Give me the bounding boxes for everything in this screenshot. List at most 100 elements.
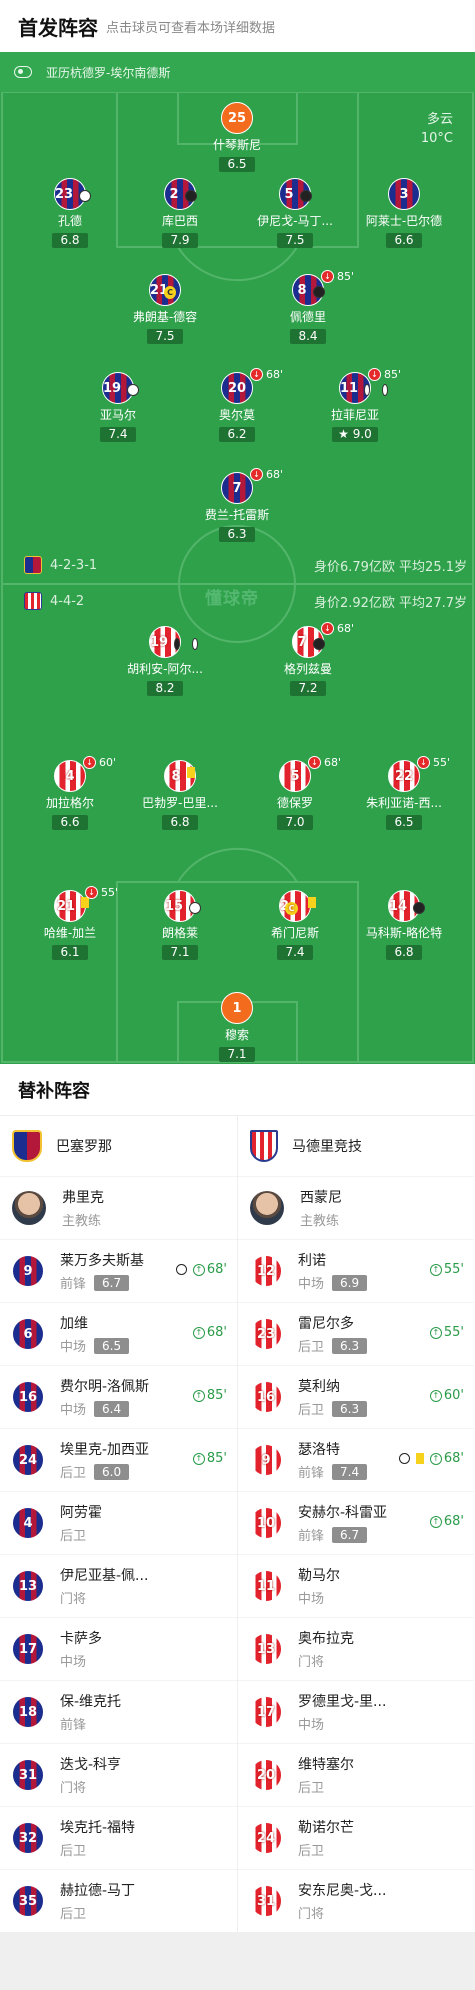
shirt-badge: 21: [54, 890, 90, 922]
barcelona-crest-icon: [24, 556, 42, 574]
player-away-rb[interactable]: 21 ↓ 55' 哈维-加兰 6.1: [15, 886, 125, 960]
sub-player-row[interactable]: 16 费尔明-洛佩斯 中场 6.4 ↑ 85': [0, 1365, 237, 1428]
sub-out-icon: ↓: [368, 368, 381, 381]
sub-player-row[interactable]: 4 阿劳霍 后卫: [0, 1491, 237, 1554]
player-name: 弗朗基-德容: [132, 310, 198, 324]
weather-temp: 10°C: [420, 131, 453, 146]
sub-out-icon: ↓: [308, 756, 321, 769]
sub-player-row[interactable]: 31 安东尼奥-戈... 门将: [238, 1869, 474, 1932]
player-position: 中场 6.5: [60, 1336, 130, 1355]
sub-player-row[interactable]: 20 维特塞尔 后卫: [238, 1743, 474, 1806]
player-name: 奥尔莫: [218, 408, 255, 422]
assist-icon: [382, 384, 388, 396]
sub-in-indicator: ↑ 68': [429, 1514, 464, 1529]
player-rating: 7.5: [277, 233, 313, 248]
home-formation: 4-2-3-1: [24, 556, 97, 574]
player-home-cb2[interactable]: 5 伊尼戈-马丁... 7.5: [240, 178, 350, 248]
player-position: 后卫: [298, 1781, 325, 1796]
sub-out-icon: ↓: [85, 886, 98, 899]
player-home-gk[interactable]: 25 什琴斯尼 6.5: [182, 102, 292, 172]
coach-row[interactable]: 西蒙尼 主教练: [238, 1176, 474, 1239]
player-home-st[interactable]: 7 ↓ 68' 费兰-托雷斯 6.3: [182, 468, 292, 542]
sub-player-row[interactable]: 6 加维 中场 6.5 ↑ 68': [0, 1302, 237, 1365]
player-home-lb[interactable]: 3 阿莱士-巴尔德 6.6: [349, 178, 459, 248]
shirt-badge: 24: [12, 1444, 44, 1476]
weather-condition: 多云: [426, 112, 453, 127]
coach-avatar: [12, 1191, 46, 1225]
sub-out-icon: ↓: [321, 270, 334, 283]
away-sub-list: 12 利诺 中场 6.9 ↑ 55' 23 雷尼尔多 后卫 6.3 ↑ 55' 16 莫利纳 后卫 6.3 ↑ 6…: [238, 1239, 474, 1932]
sub-player-row[interactable]: 24 埃里克-加西亚 后卫 6.0 ↑ 85': [0, 1428, 237, 1491]
home-team-row[interactable]: 巴塞罗那: [0, 1116, 237, 1176]
player-home-cb1[interactable]: 2 库巴西 7.9: [125, 178, 235, 248]
player-name: 卡萨多: [60, 1631, 102, 1647]
sub-player-row[interactable]: 13 奥布拉克 门将: [238, 1617, 474, 1680]
player-home-rw[interactable]: 19 亚马尔 7.4: [63, 372, 173, 442]
player-rating: 6.6: [52, 815, 88, 830]
player-away-cm2[interactable]: 5 ↓ 68' 德保罗 7.0: [240, 756, 350, 830]
subs-title: 替补阵容: [0, 1064, 475, 1116]
player-away-cm1[interactable]: 8 巴勃罗-巴里... 6.8: [125, 760, 235, 830]
assist-icon: [79, 190, 91, 202]
player-home-dm1[interactable]: 21 C 弗朗基-德容 7.5: [110, 274, 220, 344]
sub-player-row[interactable]: 17 卡萨多 中场: [0, 1617, 237, 1680]
player-rating: 6.5: [386, 815, 422, 830]
player-name: 拉菲尼亚: [330, 408, 379, 422]
player-rating: 6.7: [332, 1526, 368, 1543]
sub-player-row[interactable]: 11 勒马尔 中场: [238, 1554, 474, 1617]
sub-player-row[interactable]: 18 保-维克托 前锋: [0, 1680, 237, 1743]
sub-player-row[interactable]: 17 罗德里戈-里... 中场: [238, 1680, 474, 1743]
sub-in-indicator: ↑ 68': [398, 1451, 464, 1466]
player-name: 巴勃罗-巴里...: [142, 796, 218, 810]
sub-in-icon: ↑: [192, 1263, 205, 1276]
sub-player-row[interactable]: 23 雷尼尔多 后卫 6.3 ↑ 55': [238, 1302, 474, 1365]
sub-out-indicator: ↓ 68': [308, 756, 341, 769]
sub-in-icon: ↑: [192, 1389, 205, 1402]
sub-in-indicator: ↑ 55': [429, 1325, 464, 1340]
player-position: 后卫 6.3: [298, 1336, 368, 1355]
sub-player-row[interactable]: 9 莱万多夫斯基 前锋 6.7 ↑ 68': [0, 1239, 237, 1302]
away-team-row[interactable]: 马德里竞技: [238, 1116, 474, 1176]
sub-player-row[interactable]: 24 勒诺尔芒 后卫: [238, 1806, 474, 1869]
player-home-am[interactable]: 20 ↓ 68' 奥尔莫 6.2: [182, 368, 292, 442]
yellow-card-icon: [415, 1453, 424, 1464]
sub-player-row[interactable]: 13 伊尼亚基-佩... 门将: [0, 1554, 237, 1617]
player-rating: 6.1: [52, 945, 88, 960]
player-name: 赫拉德-马丁: [60, 1883, 136, 1899]
player-name: 费兰-托雷斯: [204, 508, 270, 522]
player-rating: 7.0: [277, 815, 313, 830]
shirt-badge: 11: [250, 1570, 282, 1602]
shirt-badge: 35: [12, 1885, 44, 1917]
shirt-badge: 21 C: [149, 274, 181, 306]
sub-player-row[interactable]: 31 迭戈-科亨 门将: [0, 1743, 237, 1806]
sub-player-row[interactable]: 9 瑟洛特 前锋 7.4 ↑ 68': [238, 1428, 474, 1491]
player-away-cb1[interactable]: 15 朗格莱 7.1: [125, 890, 235, 960]
stadium-icon: [14, 66, 32, 78]
player-home-rb[interactable]: 23 孔德 6.8: [15, 178, 125, 248]
player-away-gk[interactable]: 1 穆索 7.1: [182, 992, 292, 1062]
shirt-badge: 5: [279, 760, 311, 792]
sub-player-row[interactable]: 10 安赫尔-科雷亚 前锋 6.7 ↑ 68': [238, 1491, 474, 1554]
team-name: 马德里竞技: [292, 1139, 362, 1155]
sub-player-row[interactable]: 35 赫拉德-马丁 后卫: [0, 1869, 237, 1932]
player-home-lw[interactable]: 11 ↓ 85' 拉菲尼亚 ★ 9.0: [300, 368, 410, 442]
player-away-lm[interactable]: 22 ↓ 55' 朱利亚诺-西... 6.5: [349, 756, 459, 830]
sub-player-row[interactable]: 12 利诺 中场 6.9 ↑ 55': [238, 1239, 474, 1302]
shirt-badge: 12: [250, 1255, 282, 1287]
sub-player-row[interactable]: 16 莫利纳 后卫 6.3 ↑ 60': [238, 1365, 474, 1428]
player-away-lb[interactable]: 14 马科斯-略伦特 6.8: [349, 890, 459, 960]
player-away-rm[interactable]: 4 ↓ 60' 加拉格尔 6.6: [15, 756, 125, 830]
player-name: 孔德: [57, 214, 82, 228]
player-away-st1[interactable]: 19 胡利安-阿尔... 8.2: [110, 626, 220, 696]
player-away-st2[interactable]: 7 ↓ 68' 格列兹曼 7.2: [253, 622, 363, 696]
player-position: 后卫: [60, 1529, 87, 1544]
sub-player-row[interactable]: 32 埃克托-福特 后卫: [0, 1806, 237, 1869]
player-name: 胡利安-阿尔...: [127, 662, 203, 676]
player-home-dm2[interactable]: 8 ↓ 85' 佩德里 8.4: [253, 270, 363, 344]
sub-in-icon: ↑: [429, 1389, 442, 1402]
player-name: 格列兹曼: [283, 662, 332, 676]
player-name: 佩德里: [289, 310, 326, 324]
player-name: 什琴斯尼: [212, 138, 261, 152]
coach-row[interactable]: 弗里克 主教练: [0, 1176, 237, 1239]
player-away-cb2[interactable]: 2C 希门尼斯 7.4: [240, 890, 350, 960]
